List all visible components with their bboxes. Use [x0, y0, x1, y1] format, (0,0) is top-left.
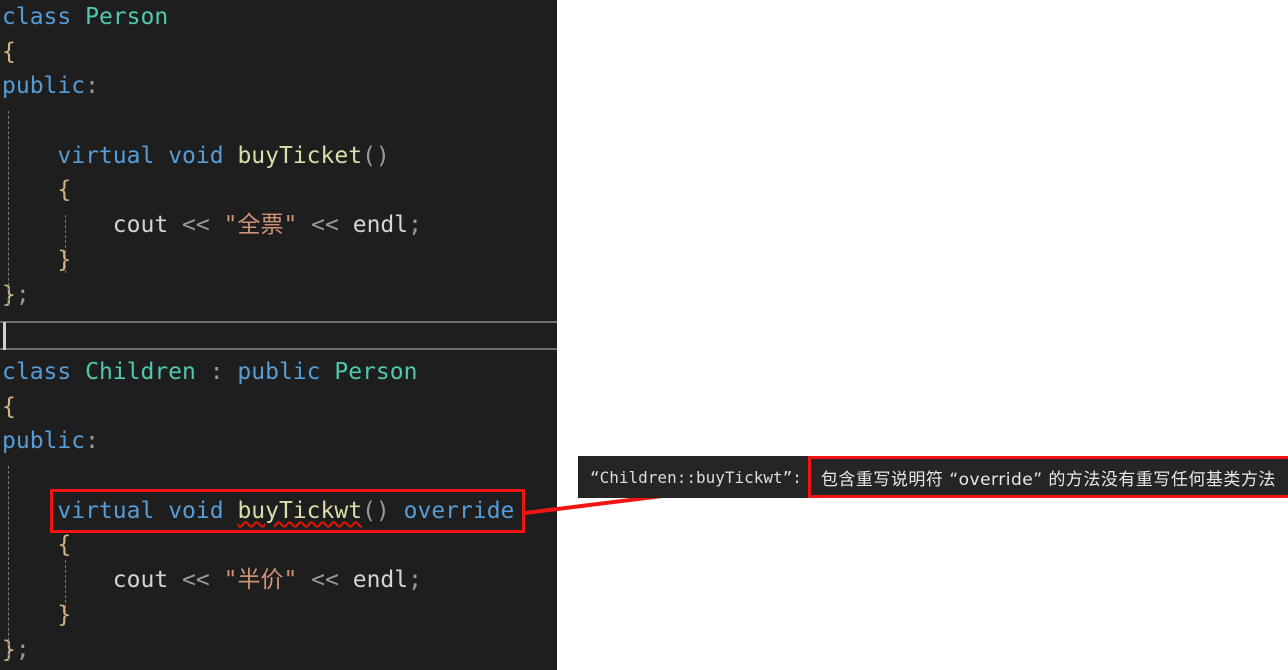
- code-token: (): [362, 497, 390, 524]
- code-block-person[interactable]: class Person { public: virtual void buyTic…: [0, 0, 557, 312]
- code-token: void: [168, 497, 224, 524]
- code-token: cout: [112, 212, 169, 239]
- code-line[interactable]: {: [0, 173, 557, 208]
- code-token: {: [2, 38, 16, 65]
- tooltip-message-box: 包含重写说明符 “override” 的方法没有重写任何基类方法: [807, 456, 1288, 498]
- code-token: buyTicket: [237, 142, 363, 169]
- code-token: <<: [182, 212, 210, 239]
- code-token-error: buyTickwt: [237, 497, 363, 524]
- code-line[interactable]: class Person: [0, 0, 557, 35]
- code-line[interactable]: [0, 104, 557, 139]
- code-line[interactable]: cout << "半价" << endl;: [0, 563, 557, 598]
- code-line[interactable]: }: [0, 243, 557, 278]
- code-token: ;: [15, 281, 30, 308]
- active-line-highlight: [0, 321, 557, 350]
- code-token: Children: [85, 359, 196, 385]
- code-token: ;: [408, 567, 422, 594]
- code-token: :: [85, 73, 99, 100]
- code-token: override: [403, 497, 515, 524]
- code-token: :: [85, 428, 99, 455]
- code-line[interactable]: {: [0, 390, 557, 425]
- code-line[interactable]: };: [0, 633, 557, 668]
- code-token: public: [237, 359, 321, 385]
- code-line[interactable]: public:: [0, 424, 557, 459]
- error-tooltip: “Children::buyTickwt”: 包含重写说明符 “override…: [578, 456, 1288, 498]
- code-token: class: [2, 4, 86, 30]
- code-token: "全票": [223, 212, 298, 239]
- code-token: <<: [311, 212, 339, 239]
- code-line[interactable]: };: [0, 278, 557, 313]
- code-token: Person: [334, 359, 418, 385]
- code-token: ;: [15, 636, 30, 663]
- tooltip-message-text: 包含重写说明符 “override” 的方法没有重写任何基类方法: [820, 469, 1276, 490]
- code-line[interactable]: virtual void buyTickwt() override: [0, 494, 557, 529]
- code-token: endl: [352, 567, 409, 594]
- code-line[interactable]: public:: [0, 69, 557, 104]
- code-token: Person: [85, 4, 169, 30]
- code-token: public: [2, 73, 86, 100]
- code-line[interactable]: {: [0, 528, 557, 563]
- code-token: class: [2, 359, 86, 385]
- indent-guide: [65, 560, 67, 618]
- code-line[interactable]: cout << "全票" << endl;: [0, 208, 557, 243]
- code-token: <<: [182, 567, 210, 594]
- indent-guide: [8, 466, 10, 661]
- indent-guide: [65, 215, 67, 273]
- tooltip-symbol-name: “Children::buyTickwt”:: [578, 456, 808, 498]
- code-block-children[interactable]: class Children : public Person { public: v…: [0, 355, 557, 667]
- code-token: "半价": [223, 567, 298, 594]
- code-token: {: [2, 393, 16, 420]
- code-token: void: [168, 142, 224, 169]
- code-token: <<: [311, 567, 339, 594]
- code-token: public: [2, 428, 86, 455]
- code-token: {: [57, 177, 72, 204]
- code-line[interactable]: }: [0, 598, 557, 633]
- indent-guide: [8, 111, 10, 306]
- code-line[interactable]: class Children : public Person: [0, 355, 557, 390]
- code-line[interactable]: virtual void buyTicket(): [0, 139, 557, 174]
- code-token: cout: [112, 567, 169, 594]
- text-caret: [3, 322, 6, 350]
- code-token: {: [57, 532, 72, 559]
- code-editor[interactable]: class Person { public: virtual void buyTic…: [0, 0, 557, 670]
- code-token: virtual: [57, 497, 155, 524]
- code-token: ;: [408, 212, 422, 239]
- code-line[interactable]: {: [0, 35, 557, 70]
- code-token: endl: [352, 212, 409, 239]
- code-line[interactable]: [0, 459, 557, 494]
- code-token: virtual: [57, 142, 155, 169]
- code-token: :: [195, 359, 238, 385]
- code-token: (): [362, 142, 390, 169]
